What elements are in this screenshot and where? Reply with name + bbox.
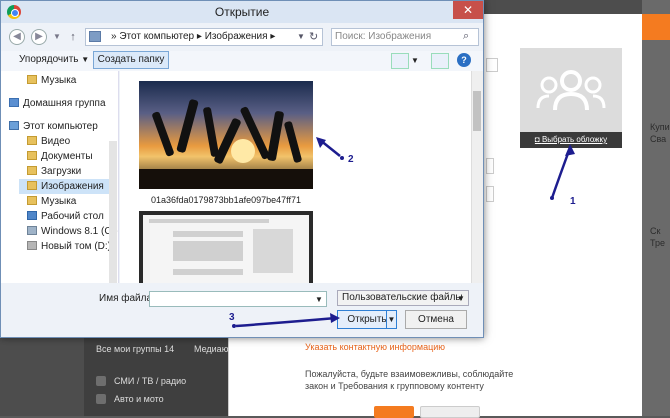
arrow-tail-3 — [232, 324, 236, 328]
arrow-tail-2 — [340, 156, 344, 160]
arrow-tail-1 — [550, 196, 554, 200]
annotation-1: 1 — [570, 196, 576, 207]
annotation-3: 3 — [229, 312, 235, 323]
annotation-arrows — [232, 137, 575, 328]
arrow-3 — [235, 316, 337, 328]
arrowhead-1 — [565, 144, 575, 156]
arrowhead-3 — [330, 313, 340, 323]
annotation-2: 2 — [348, 154, 354, 165]
